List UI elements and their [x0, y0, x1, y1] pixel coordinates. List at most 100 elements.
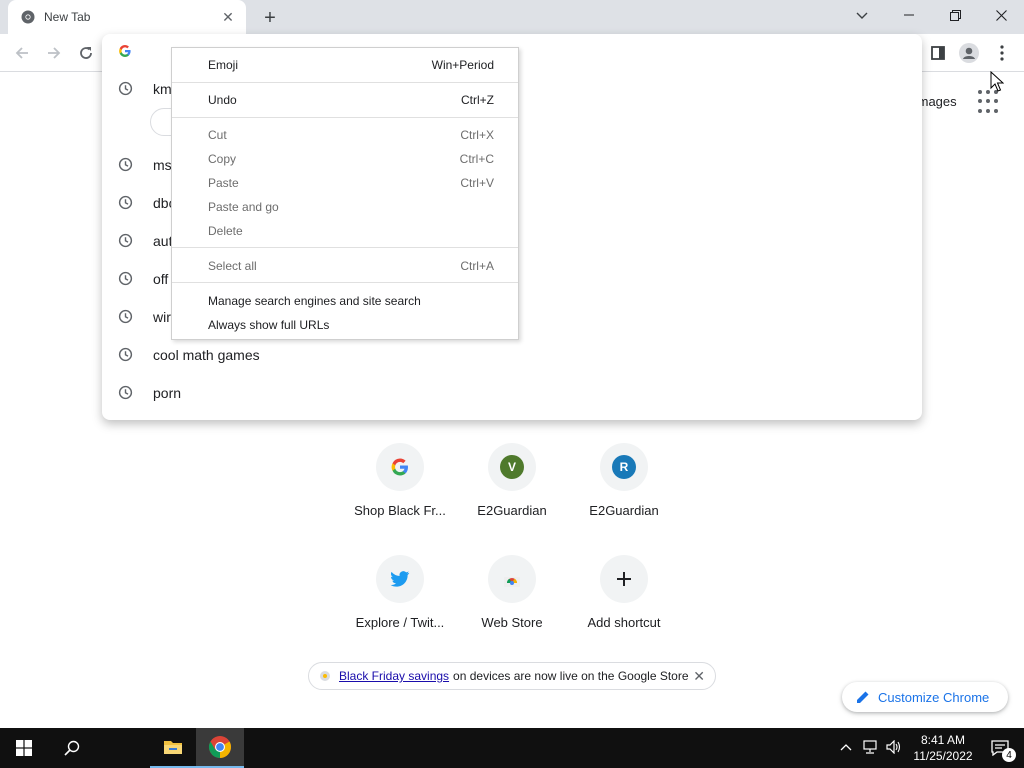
system-clock[interactable]: 8:41 AM 11/25/2022	[912, 732, 974, 764]
folder-icon	[164, 741, 182, 754]
promo-close-icon[interactable]: ✕	[693, 668, 705, 685]
new-tab-button[interactable]: +	[258, 6, 282, 30]
action-center-button[interactable]: 4	[980, 728, 1020, 768]
menu-item-manage-search-engines[interactable]: Manage search engines and site search	[172, 289, 518, 313]
shortcut-tile[interactable]: Shop Black Fr...	[344, 443, 456, 518]
shortcut-label: Explore / Twit...	[355, 615, 445, 630]
suggestion-text: ms	[153, 157, 172, 173]
start-button[interactable]	[0, 728, 48, 768]
chevron-down-icon	[856, 12, 868, 19]
google-g-icon	[118, 44, 132, 63]
menu-item-select-all[interactable]: Select all Ctrl+A	[172, 254, 518, 278]
shortcut-tile[interactable]: R E2Guardian	[568, 443, 680, 518]
menu-separator	[172, 247, 518, 248]
back-button[interactable]	[8, 39, 36, 67]
chrome-icon	[209, 736, 231, 758]
menu-item-always-show-full-urls[interactable]: Always show full URLs	[172, 313, 518, 337]
restore-icon	[949, 9, 961, 21]
promo-text: on devices are now live on the Google St…	[453, 669, 689, 683]
clock-date: 11/25/2022	[913, 749, 973, 763]
history-clock-icon	[118, 309, 133, 329]
suggestion-text: km	[153, 81, 172, 97]
show-hidden-icons-chevron-icon[interactable]	[840, 740, 852, 754]
menu-item-paste-and-go[interactable]: Paste and go	[172, 195, 518, 219]
windows-logo-icon	[16, 740, 32, 756]
letter-avatar-icon: V	[500, 455, 524, 479]
webstore-icon	[504, 577, 520, 587]
side-panel-icon	[931, 46, 945, 60]
menu-item-paste[interactable]: Paste Ctrl+V	[172, 171, 518, 195]
google-g-icon	[391, 458, 408, 476]
google-store-icon	[320, 671, 330, 681]
notification-count-badge: 4	[1002, 748, 1016, 762]
apps-grid-icon	[978, 90, 982, 94]
suggestion-text: cool math games	[153, 347, 260, 363]
minimize-button[interactable]	[886, 0, 932, 30]
customize-chrome-button[interactable]: Customize Chrome	[842, 682, 1008, 712]
close-icon	[995, 9, 1007, 21]
history-clock-icon	[118, 385, 133, 405]
suggestion-text: wir	[153, 309, 171, 325]
omnibox-suggestion[interactable]: cool math games	[102, 336, 922, 374]
context-menu: Emoji Win+Period Undo Ctrl+Z Cut Ctrl+X Cop…	[171, 47, 519, 340]
promo-link[interactable]: Black Friday savings	[339, 669, 449, 683]
shortcut-label: Web Store	[481, 615, 543, 630]
menu-separator	[172, 82, 518, 83]
shortcut-label: E2Guardian	[477, 503, 547, 518]
mouse-cursor-icon	[990, 70, 1005, 98]
forward-arrow-icon	[48, 47, 61, 59]
menu-item-emoji[interactable]: Emoji Win+Period	[172, 53, 518, 77]
history-clock-icon	[118, 347, 133, 367]
history-clock-icon	[118, 271, 133, 291]
restore-button[interactable]	[932, 0, 978, 30]
menu-item-delete[interactable]: Delete	[172, 219, 518, 243]
reload-icon	[80, 47, 92, 59]
tab-new-tab[interactable]: New Tab ✕	[8, 0, 246, 34]
pencil-icon	[857, 691, 869, 703]
network-icon[interactable]	[862, 740, 878, 757]
search-button[interactable]	[48, 728, 96, 768]
omnibox-suggestion[interactable]: porn	[102, 374, 922, 412]
close-window-button[interactable]	[978, 0, 1024, 30]
letter-avatar-icon: R	[612, 455, 636, 479]
kebab-menu-icon	[1000, 45, 1004, 61]
taskbar-chrome[interactable]	[196, 728, 244, 768]
minimize-icon	[904, 14, 914, 16]
tab-title: New Tab	[44, 10, 91, 24]
customize-chrome-label: Customize Chrome	[878, 689, 990, 705]
shortcut-label: E2Guardian	[589, 503, 659, 518]
side-panel-button[interactable]	[924, 39, 952, 67]
forward-button[interactable]	[40, 39, 68, 67]
chrome-icon	[20, 9, 36, 25]
plus-icon	[617, 572, 631, 586]
menu-item-copy[interactable]: Copy Ctrl+C	[172, 147, 518, 171]
taskbar-file-explorer[interactable]	[150, 728, 196, 768]
reload-button[interactable]	[72, 39, 100, 67]
menu-separator	[172, 282, 518, 283]
avatar-icon	[959, 43, 979, 63]
volume-icon[interactable]	[886, 739, 902, 757]
clock-time: 8:41 AM	[920, 733, 966, 747]
promo-banner: Black Friday savings on devices are now …	[308, 662, 716, 690]
suggestion-text: off	[153, 271, 169, 287]
history-clock-icon	[118, 157, 133, 177]
menu-item-cut[interactable]: Cut Ctrl+X	[172, 123, 518, 147]
chrome-menu-button[interactable]	[988, 39, 1016, 67]
search-icon	[64, 740, 80, 756]
profile-button[interactable]	[955, 39, 983, 67]
tab-close-icon[interactable]: ✕	[220, 9, 236, 25]
shortcut-tile[interactable]: Web Store	[456, 555, 568, 630]
history-clock-icon	[118, 195, 133, 215]
taskbar: 8:41 AM 11/25/2022 4	[0, 728, 1024, 768]
back-arrow-icon	[15, 47, 28, 59]
shortcut-tile[interactable]: V E2Guardian	[456, 443, 568, 518]
shortcut-label: Add shortcut	[587, 615, 661, 630]
shortcut-tile[interactable]: Explore / Twit...	[344, 555, 456, 630]
menu-separator	[172, 117, 518, 118]
add-shortcut-button[interactable]: Add shortcut	[568, 555, 680, 630]
tab-strip: New Tab ✕ +	[0, 0, 1024, 34]
tab-search-button[interactable]	[848, 4, 876, 28]
suggestion-text: aut	[153, 233, 173, 249]
menu-item-undo[interactable]: Undo Ctrl+Z	[172, 88, 518, 112]
suggestion-text: porn	[153, 385, 182, 401]
